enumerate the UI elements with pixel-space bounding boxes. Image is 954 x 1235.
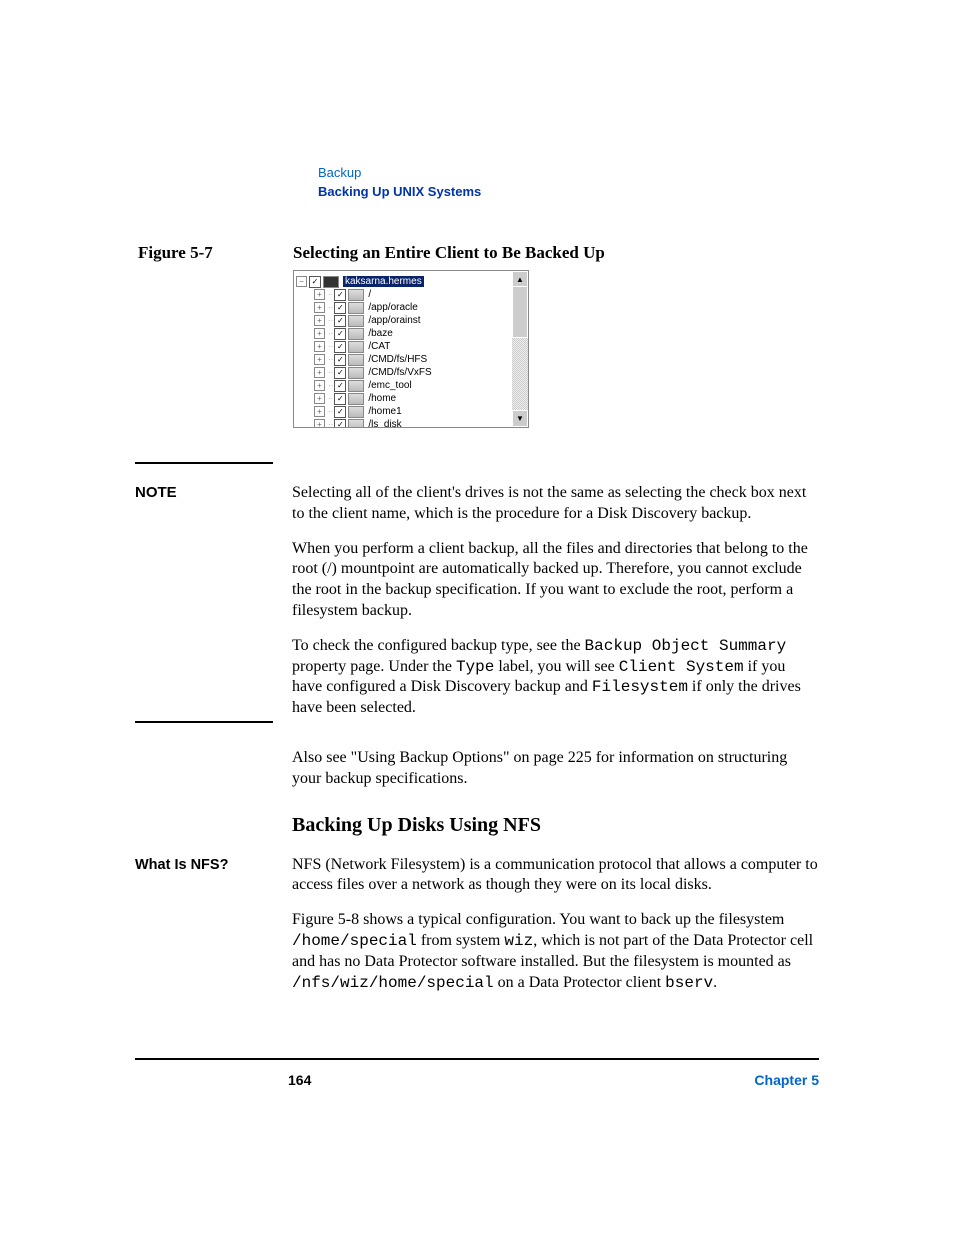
tree-item[interactable]: +··✓/ls_disk xyxy=(314,418,526,428)
tree-item-label: /app/oracle xyxy=(368,302,417,313)
tree-item[interactable]: +··✓/app/oracle xyxy=(314,301,526,314)
crossref: Also see "Using Backup Options" on page … xyxy=(292,748,818,790)
tree-item[interactable]: +··✓/home1 xyxy=(314,405,526,418)
tree-root[interactable]: − ✓ kaksarna.hermes xyxy=(296,275,526,288)
note-p2: When you perform a client backup, all th… xyxy=(292,539,818,622)
expand-icon[interactable]: + xyxy=(314,419,325,428)
note-rule-top xyxy=(135,462,273,464)
checkbox-icon[interactable]: ✓ xyxy=(334,406,346,418)
expand-icon[interactable]: + xyxy=(314,354,325,365)
checkbox-icon[interactable]: ✓ xyxy=(334,354,346,366)
note-body: Selecting all of the client's drives is … xyxy=(292,483,818,733)
note-p1: Selecting all of the client's drives is … xyxy=(292,483,818,525)
tree-item-label: /home xyxy=(368,393,396,404)
expand-icon[interactable]: + xyxy=(314,341,325,352)
checkbox-icon[interactable]: ✓ xyxy=(334,315,346,327)
nfs-p2: Figure 5-8 shows a typical configuration… xyxy=(292,910,818,993)
checkbox-icon[interactable]: ✓ xyxy=(334,380,346,392)
expand-icon[interactable]: + xyxy=(314,289,325,300)
checkbox-icon[interactable]: ✓ xyxy=(334,328,346,340)
tree-item[interactable]: +··✓/home xyxy=(314,392,526,405)
figure-label: Figure 5-7 xyxy=(138,243,213,263)
tree-item-label: /ls_disk xyxy=(368,419,401,428)
nfs-p1: NFS (Network Filesystem) is a communicat… xyxy=(292,855,818,897)
drive-icon xyxy=(348,315,364,327)
checkbox-icon[interactable]: ✓ xyxy=(334,289,346,301)
tree-item-label: /CMD/fs/HFS xyxy=(368,354,427,365)
tree-item[interactable]: +··✓/app/orainst xyxy=(314,314,526,327)
main-body: Also see "Using Backup Options" on page … xyxy=(292,748,818,1007)
header-link-backup[interactable]: Backup xyxy=(318,165,481,180)
tree-item[interactable]: +··✓/CMD/fs/VxFS xyxy=(314,366,526,379)
tree-item-label: / xyxy=(368,289,371,300)
checkbox-icon[interactable]: ✓ xyxy=(334,393,346,405)
drive-icon xyxy=(348,341,364,353)
expand-icon[interactable]: + xyxy=(314,393,325,404)
client-icon xyxy=(323,276,339,288)
tree-item[interactable]: +··✓/ xyxy=(314,288,526,301)
drive-icon xyxy=(348,367,364,379)
drive-icon xyxy=(348,302,364,314)
tree-item-label: /emc_tool xyxy=(368,380,411,391)
note-rule-bottom xyxy=(135,721,273,723)
tree-item-label: /baze xyxy=(368,328,392,339)
footer: 164 Chapter 5 xyxy=(288,1072,819,1088)
checkbox-icon[interactable]: ✓ xyxy=(334,367,346,379)
collapse-icon[interactable]: − xyxy=(296,276,307,287)
drive-icon xyxy=(348,406,364,418)
page-number: 164 xyxy=(288,1072,311,1088)
sidehead-what-is-nfs: What Is NFS? xyxy=(135,857,228,873)
tree-item-label: /home1 xyxy=(368,406,401,417)
heading-nfs: Backing Up Disks Using NFS xyxy=(292,814,818,837)
drive-icon xyxy=(348,380,364,392)
tree-item[interactable]: +··✓/emc_tool xyxy=(314,379,526,392)
expand-icon[interactable]: + xyxy=(314,302,325,313)
checkbox-icon[interactable]: ✓ xyxy=(309,276,321,288)
drive-icon xyxy=(348,419,364,429)
header-link-section[interactable]: Backing Up UNIX Systems xyxy=(318,184,481,199)
expand-icon[interactable]: + xyxy=(314,406,325,417)
expand-icon[interactable]: + xyxy=(314,380,325,391)
drive-icon xyxy=(348,328,364,340)
tree-item-label: /app/orainst xyxy=(368,315,420,326)
expand-icon[interactable]: + xyxy=(314,367,325,378)
checkbox-icon[interactable]: ✓ xyxy=(334,419,346,429)
tree-screenshot: − ✓ kaksarna.hermes +··✓/ +··✓/app/oracl… xyxy=(293,270,529,428)
expand-icon[interactable]: + xyxy=(314,315,325,326)
tree-item[interactable]: +··✓/CMD/fs/HFS xyxy=(314,353,526,366)
drive-icon xyxy=(348,393,364,405)
drive-icon xyxy=(348,289,364,301)
figure-title: Selecting an Entire Client to Be Backed … xyxy=(293,243,605,263)
footer-rule xyxy=(135,1058,819,1060)
tree-item[interactable]: +··✓/baze xyxy=(314,327,526,340)
tree-root-label: kaksarna.hermes xyxy=(343,276,424,287)
tree-item-label: /CAT xyxy=(368,341,390,352)
header-nav: Backup Backing Up UNIX Systems xyxy=(318,165,481,199)
tree: − ✓ kaksarna.hermes +··✓/ +··✓/app/oracl… xyxy=(294,271,528,428)
scroll-thumb[interactable] xyxy=(512,286,528,338)
checkbox-icon[interactable]: ✓ xyxy=(334,341,346,353)
scroll-down-icon[interactable]: ▼ xyxy=(512,410,528,427)
checkbox-icon[interactable]: ✓ xyxy=(334,302,346,314)
note-p3: To check the configured backup type, see… xyxy=(292,636,818,719)
note-label: NOTE xyxy=(135,484,177,501)
tree-item[interactable]: +··✓/CAT xyxy=(314,340,526,353)
scrollbar[interactable]: ▲ ▼ xyxy=(512,271,528,427)
tree-item-label: /CMD/fs/VxFS xyxy=(368,367,431,378)
chapter-link[interactable]: Chapter 5 xyxy=(754,1072,819,1088)
drive-icon xyxy=(348,354,364,366)
expand-icon[interactable]: + xyxy=(314,328,325,339)
